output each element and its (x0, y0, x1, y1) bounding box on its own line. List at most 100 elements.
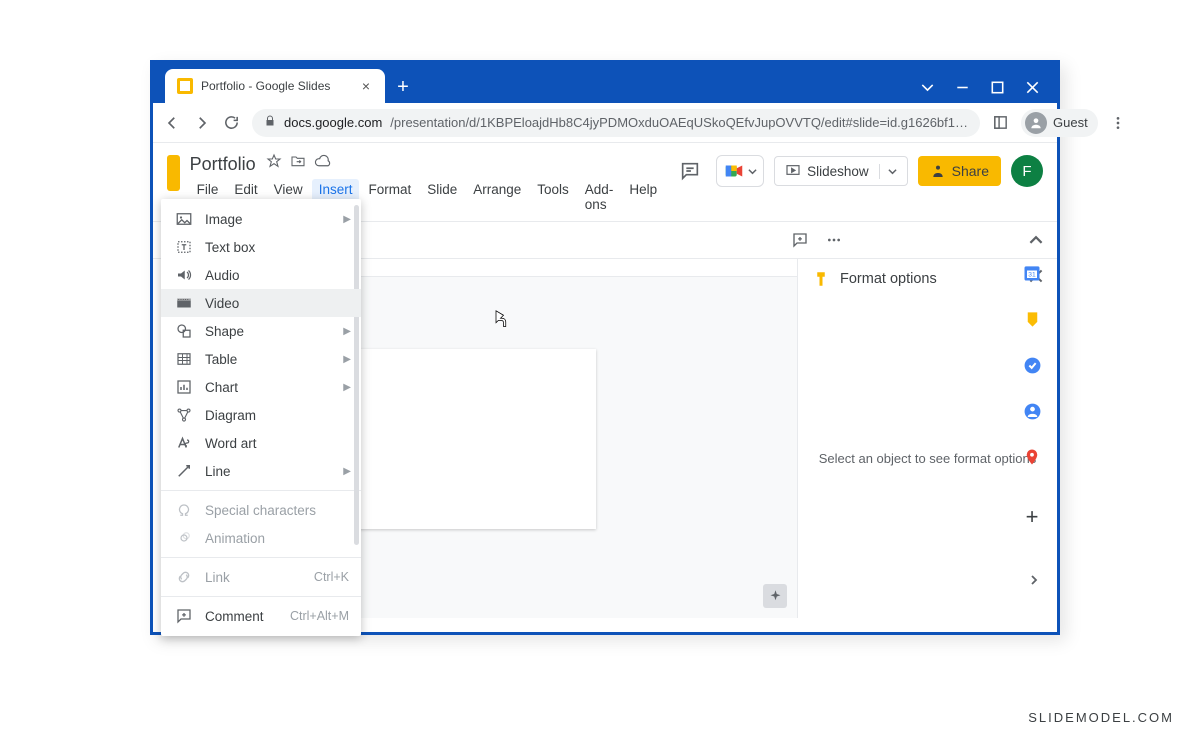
diagram-icon (175, 406, 193, 424)
meet-button[interactable] (716, 155, 764, 187)
table-icon (175, 350, 193, 368)
close-window-icon[interactable] (1026, 81, 1039, 99)
menu-item-table[interactable]: Table▶ (161, 345, 361, 373)
slide-canvas[interactable] (336, 349, 596, 529)
wordart-icon (175, 434, 193, 452)
menu-item-link: LinkCtrl+K (161, 563, 361, 591)
browser-tab[interactable]: Portfolio - Google Slides × (165, 69, 385, 103)
image-icon (175, 210, 193, 228)
guest-avatar-icon (1025, 112, 1047, 134)
line-icon (175, 462, 193, 480)
doc-title[interactable]: Portfolio (190, 154, 256, 175)
more-icon[interactable] (821, 227, 847, 253)
submenu-arrow-icon: ▶ (343, 354, 351, 365)
collapse-icon[interactable] (1023, 227, 1049, 253)
format-icon (812, 270, 830, 288)
chart-icon (175, 378, 193, 396)
textbox-icon (175, 238, 193, 256)
shape-icon (175, 322, 193, 340)
menu-divider (161, 557, 361, 558)
add-comment-toolbar-icon[interactable] (787, 227, 813, 253)
forward-icon[interactable] (193, 113, 211, 133)
menu-item-chart[interactable]: Chart▶ (161, 373, 361, 401)
close-tab-icon[interactable]: × (359, 79, 373, 93)
url-path: /presentation/d/1KBPEloajdHb8C4jyPDMOxdu… (390, 115, 968, 130)
menu-item-video[interactable]: Video (161, 289, 361, 317)
slideshow-label: Slideshow (807, 164, 869, 179)
share-label: Share (952, 163, 989, 179)
lock-icon (264, 115, 276, 130)
maximize-icon[interactable] (991, 81, 1004, 99)
menu-arrange[interactable]: Arrange (466, 179, 528, 215)
share-button[interactable]: Share (918, 156, 1001, 186)
menu-item-diagram[interactable]: Diagram (161, 401, 361, 429)
minimize-icon[interactable] (956, 81, 969, 99)
back-icon[interactable] (163, 113, 181, 133)
video-icon (175, 294, 193, 312)
comments-icon[interactable] (674, 153, 706, 189)
menu-item-word-art[interactable]: Word art (161, 429, 361, 457)
insert-menu-dropdown: Image▶Text boxAudioVideoShape▶Table▶Char… (161, 199, 361, 636)
menu-item-shape[interactable]: Shape▶ (161, 317, 361, 345)
menu-slide[interactable]: Slide (420, 179, 464, 215)
canvas-area (306, 259, 797, 618)
move-icon[interactable] (290, 153, 306, 175)
menu-item-text-box[interactable]: Text box (161, 233, 361, 261)
menu-item-line[interactable]: Line▶ (161, 457, 361, 485)
link-icon (175, 568, 193, 586)
maps-icon[interactable] (1022, 447, 1042, 467)
url-field[interactable]: docs.google.com /presentation/d/1KBPEloa… (252, 109, 980, 137)
format-panel-title: Format options (840, 271, 1019, 287)
menu-format[interactable]: Format (361, 179, 418, 215)
url-bar: docs.google.com /presentation/d/1KBPEloa… (153, 103, 1057, 143)
menu-divider (161, 596, 361, 597)
submenu-arrow-icon: ▶ (343, 382, 351, 393)
add-addon-icon[interactable]: + (1022, 507, 1042, 527)
format-panel-message: Select an object to see format options (819, 451, 1037, 466)
menu-help[interactable]: Help (622, 179, 664, 215)
shortcut: Ctrl+K (314, 570, 349, 584)
collapse-rail-icon[interactable] (1029, 572, 1039, 590)
shortcut: Ctrl+Alt+M (290, 609, 349, 623)
slides-logo-icon[interactable] (167, 155, 180, 191)
keep-icon[interactable] (1022, 309, 1042, 329)
menu-tools[interactable]: Tools (530, 179, 576, 215)
new-tab-button[interactable]: + (389, 73, 417, 101)
kebab-icon[interactable] (1110, 113, 1126, 133)
menu-add-ons[interactable]: Add-ons (578, 179, 621, 215)
slides-favicon (177, 78, 193, 94)
slideshow-button[interactable]: Slideshow (774, 156, 908, 186)
star-icon[interactable] (266, 153, 282, 175)
reader-icon[interactable] (992, 113, 1009, 133)
chevron-down-icon[interactable] (921, 81, 934, 99)
slideshow-dropdown-icon[interactable] (879, 164, 897, 179)
side-panel-rail: 31 + (1010, 263, 1054, 527)
explore-button[interactable] (763, 584, 787, 608)
reload-icon[interactable] (223, 113, 240, 133)
svg-text:31: 31 (1028, 271, 1036, 278)
guest-label: Guest (1053, 115, 1088, 130)
watermark: SLIDEMODEL.COM (1028, 710, 1174, 725)
tab-title: Portfolio - Google Slides (201, 79, 351, 93)
submenu-arrow-icon: ▶ (343, 326, 351, 337)
menu-item-audio[interactable]: Audio (161, 261, 361, 289)
menu-item-animation: Animation (161, 524, 361, 552)
menu-item-image[interactable]: Image▶ (161, 205, 361, 233)
contacts-icon[interactable] (1022, 401, 1042, 421)
special-icon (175, 501, 193, 519)
guest-chip[interactable]: Guest (1021, 109, 1098, 137)
calendar-icon[interactable]: 31 (1022, 263, 1042, 283)
tasks-icon[interactable] (1022, 355, 1042, 375)
user-avatar[interactable]: F (1011, 155, 1043, 187)
cursor-pointer-icon (490, 309, 508, 334)
menu-item-comment[interactable]: CommentCtrl+Alt+M (161, 602, 361, 630)
menu-divider (161, 490, 361, 491)
url-domain: docs.google.com (284, 115, 382, 130)
submenu-arrow-icon: ▶ (343, 466, 351, 477)
cloud-icon[interactable] (314, 153, 331, 175)
submenu-arrow-icon: ▶ (343, 214, 351, 225)
comment-icon (175, 607, 193, 625)
animation-icon (175, 529, 193, 547)
menu-item-special-characters: Special characters (161, 496, 361, 524)
ruler (306, 259, 797, 277)
